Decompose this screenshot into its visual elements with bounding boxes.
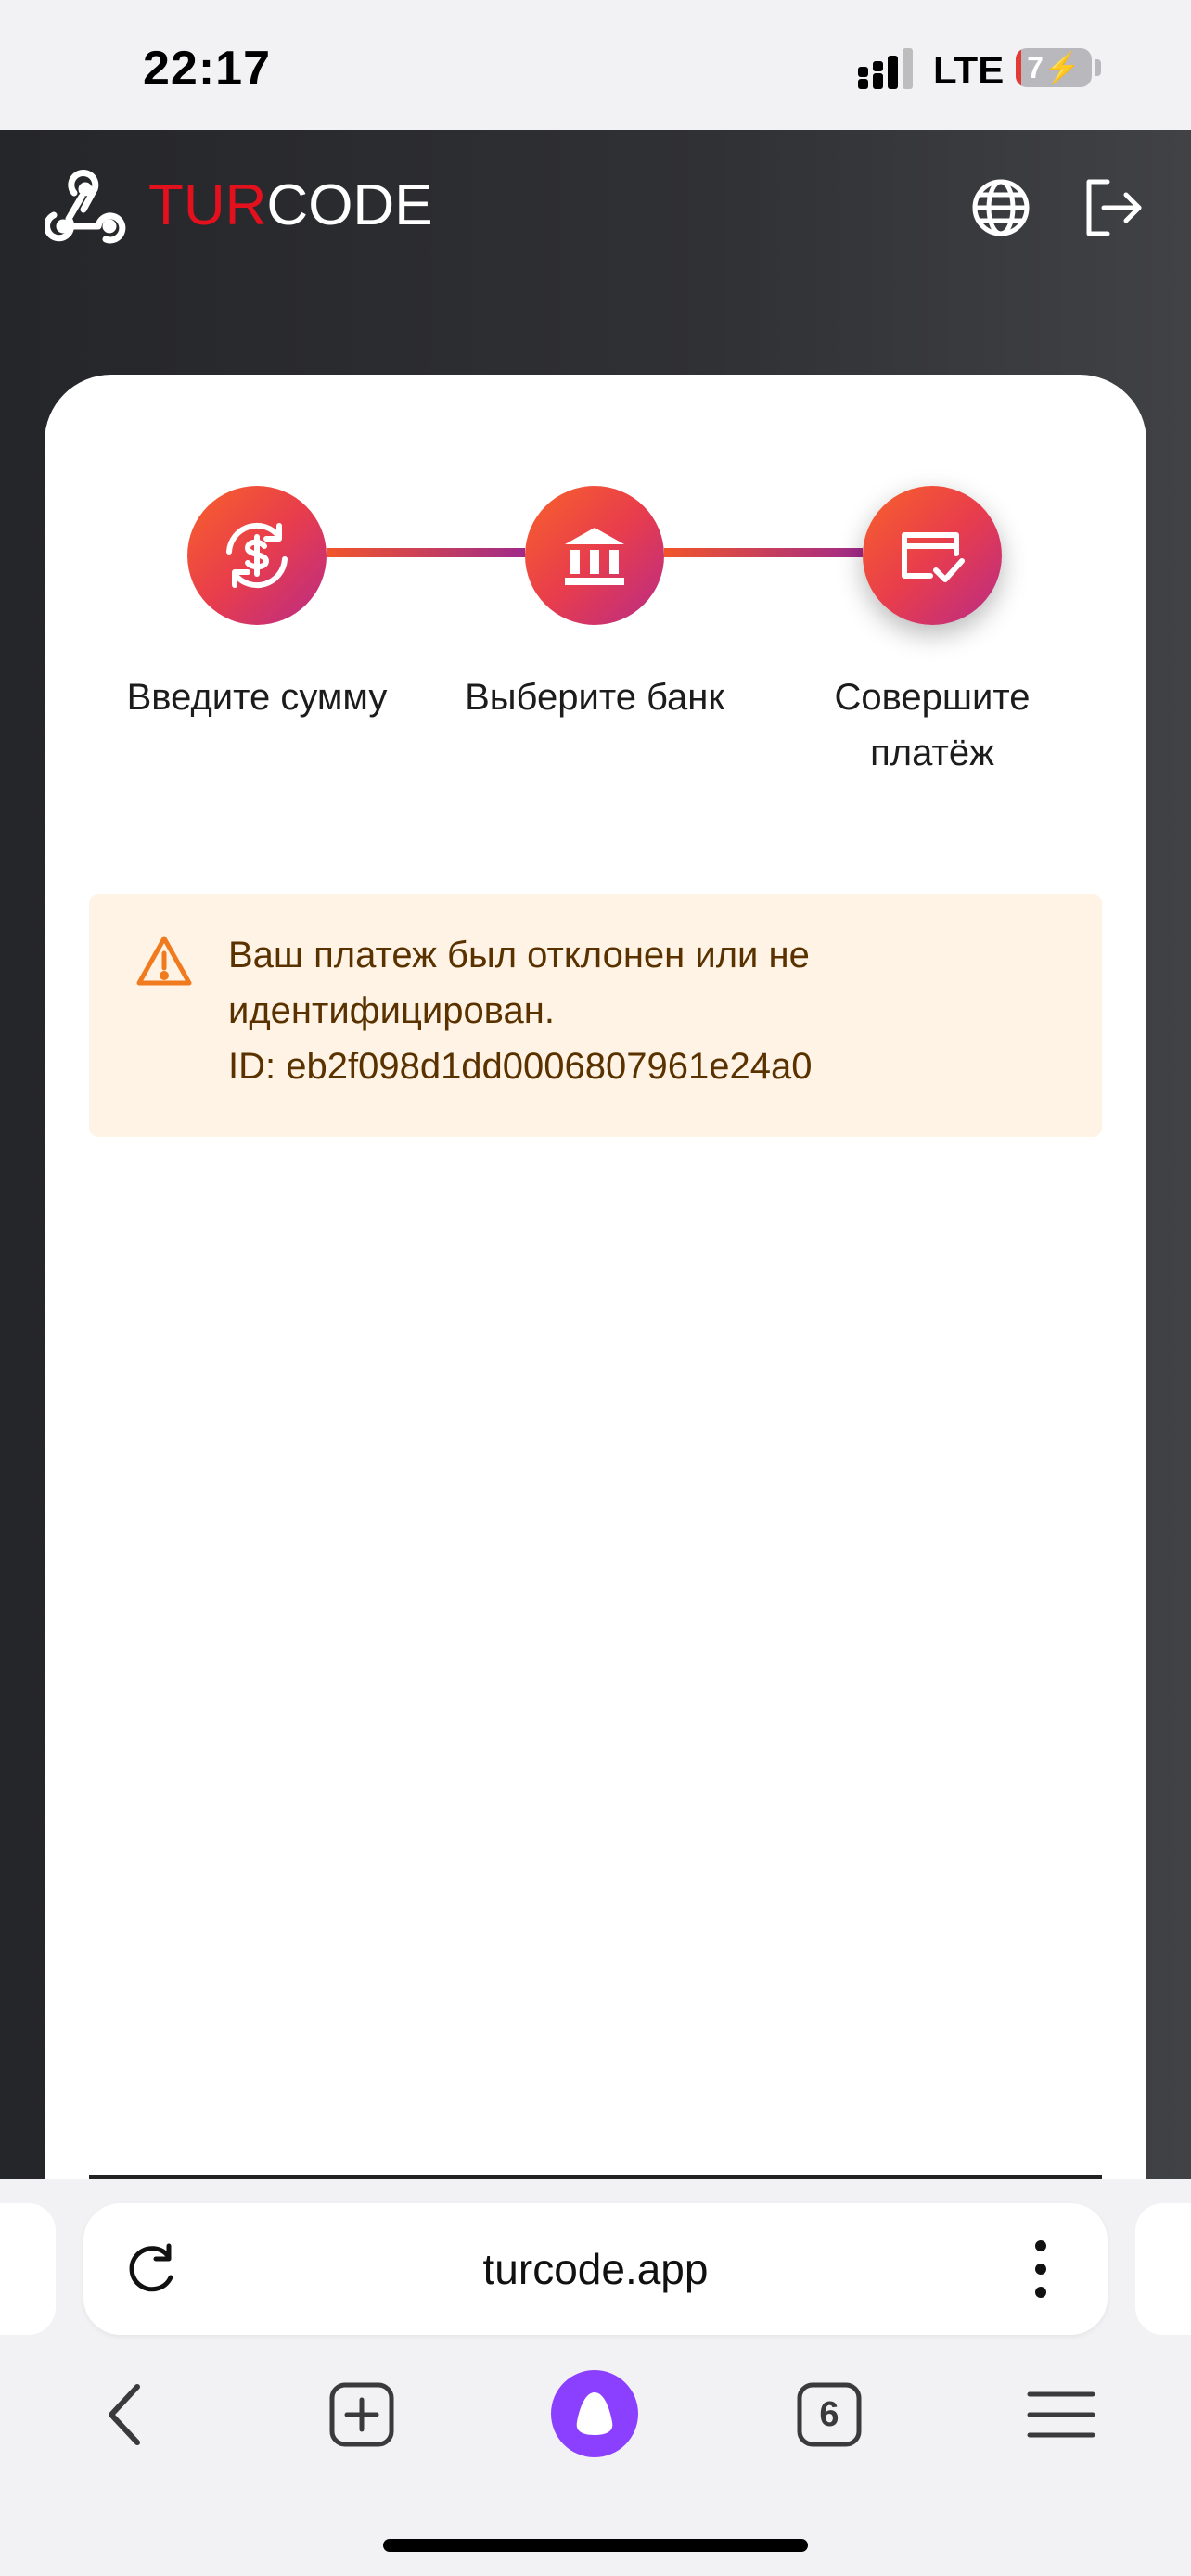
reload-icon[interactable] (122, 2240, 180, 2298)
url-text[interactable]: turcode.app (83, 2203, 1108, 2335)
menu-icon[interactable] (1026, 2379, 1096, 2450)
battery-icon: 7⚡ (1016, 48, 1092, 87)
battery-percent: 7⚡ (1027, 51, 1081, 84)
status-time: 22:17 (143, 42, 271, 96)
payment-declined-alert: Ваш платеж был отклонен или не идентифиц… (89, 894, 1102, 1137)
warning-icon (136, 936, 192, 986)
globe-icon[interactable] (967, 174, 1034, 241)
battery-cap (1095, 59, 1101, 76)
step-1-label-line1: Введите сумму (126, 677, 388, 718)
alert-line-1: Ваш платеж был отклонен или не (228, 935, 810, 976)
webhook-logo-icon[interactable] (45, 169, 126, 247)
alert-line-2: идентифицирован. (228, 990, 555, 1031)
alice-assistant-icon (576, 2392, 613, 2435)
alice-assistant-button[interactable] (551, 2370, 638, 2457)
new-tab-icon[interactable] (327, 2379, 397, 2450)
step-1-label: Введите сумму (99, 670, 415, 725)
network-type: LTE (933, 48, 1005, 92)
tabs-count: 6 (819, 2395, 839, 2434)
bank-icon (565, 528, 624, 585)
step-connector-1 (327, 548, 525, 557)
brand-logo[interactable]: TURCODE (148, 172, 433, 238)
step-3-label-line2: платёж (870, 733, 994, 773)
back-icon[interactable] (93, 2379, 163, 2450)
step-2-label: Выберите банк (437, 670, 752, 725)
step-connector-2 (664, 548, 863, 557)
status-bar: 22:17 LTE 7⚡ (0, 0, 1191, 130)
currency-exchange-icon (226, 522, 288, 589)
step-3-label-line1: Совершите (834, 677, 1031, 718)
previous-tab-peek[interactable] (0, 2203, 56, 2335)
step-2-circle (525, 486, 664, 625)
tabs-button[interactable]: 6 (794, 2379, 864, 2450)
home-indicator[interactable] (383, 2539, 808, 2552)
step-2-label-line1: Выберите банк (465, 677, 724, 718)
logo-text-part2: CODE (266, 173, 433, 237)
next-tab-peek[interactable] (1135, 2203, 1191, 2335)
payment-card (45, 375, 1146, 2179)
step-3-label: Совершите платёж (775, 670, 1090, 781)
alert-message: Ваш платеж был отклонен или не идентифиц… (228, 927, 1072, 1094)
step-1-circle (187, 486, 327, 625)
logout-icon[interactable] (1080, 174, 1146, 241)
step-3-circle (863, 486, 1002, 625)
address-bar[interactable]: turcode.app (83, 2203, 1108, 2335)
alert-transaction-id: ID: eb2f098d1dd0006807961e24a0 (228, 1046, 813, 1087)
cellular-signal-icon (858, 48, 913, 89)
logo-text-part1: TUR (148, 173, 267, 237)
more-vertical-icon[interactable] (1022, 2237, 1059, 2302)
card-check-icon (902, 532, 965, 582)
